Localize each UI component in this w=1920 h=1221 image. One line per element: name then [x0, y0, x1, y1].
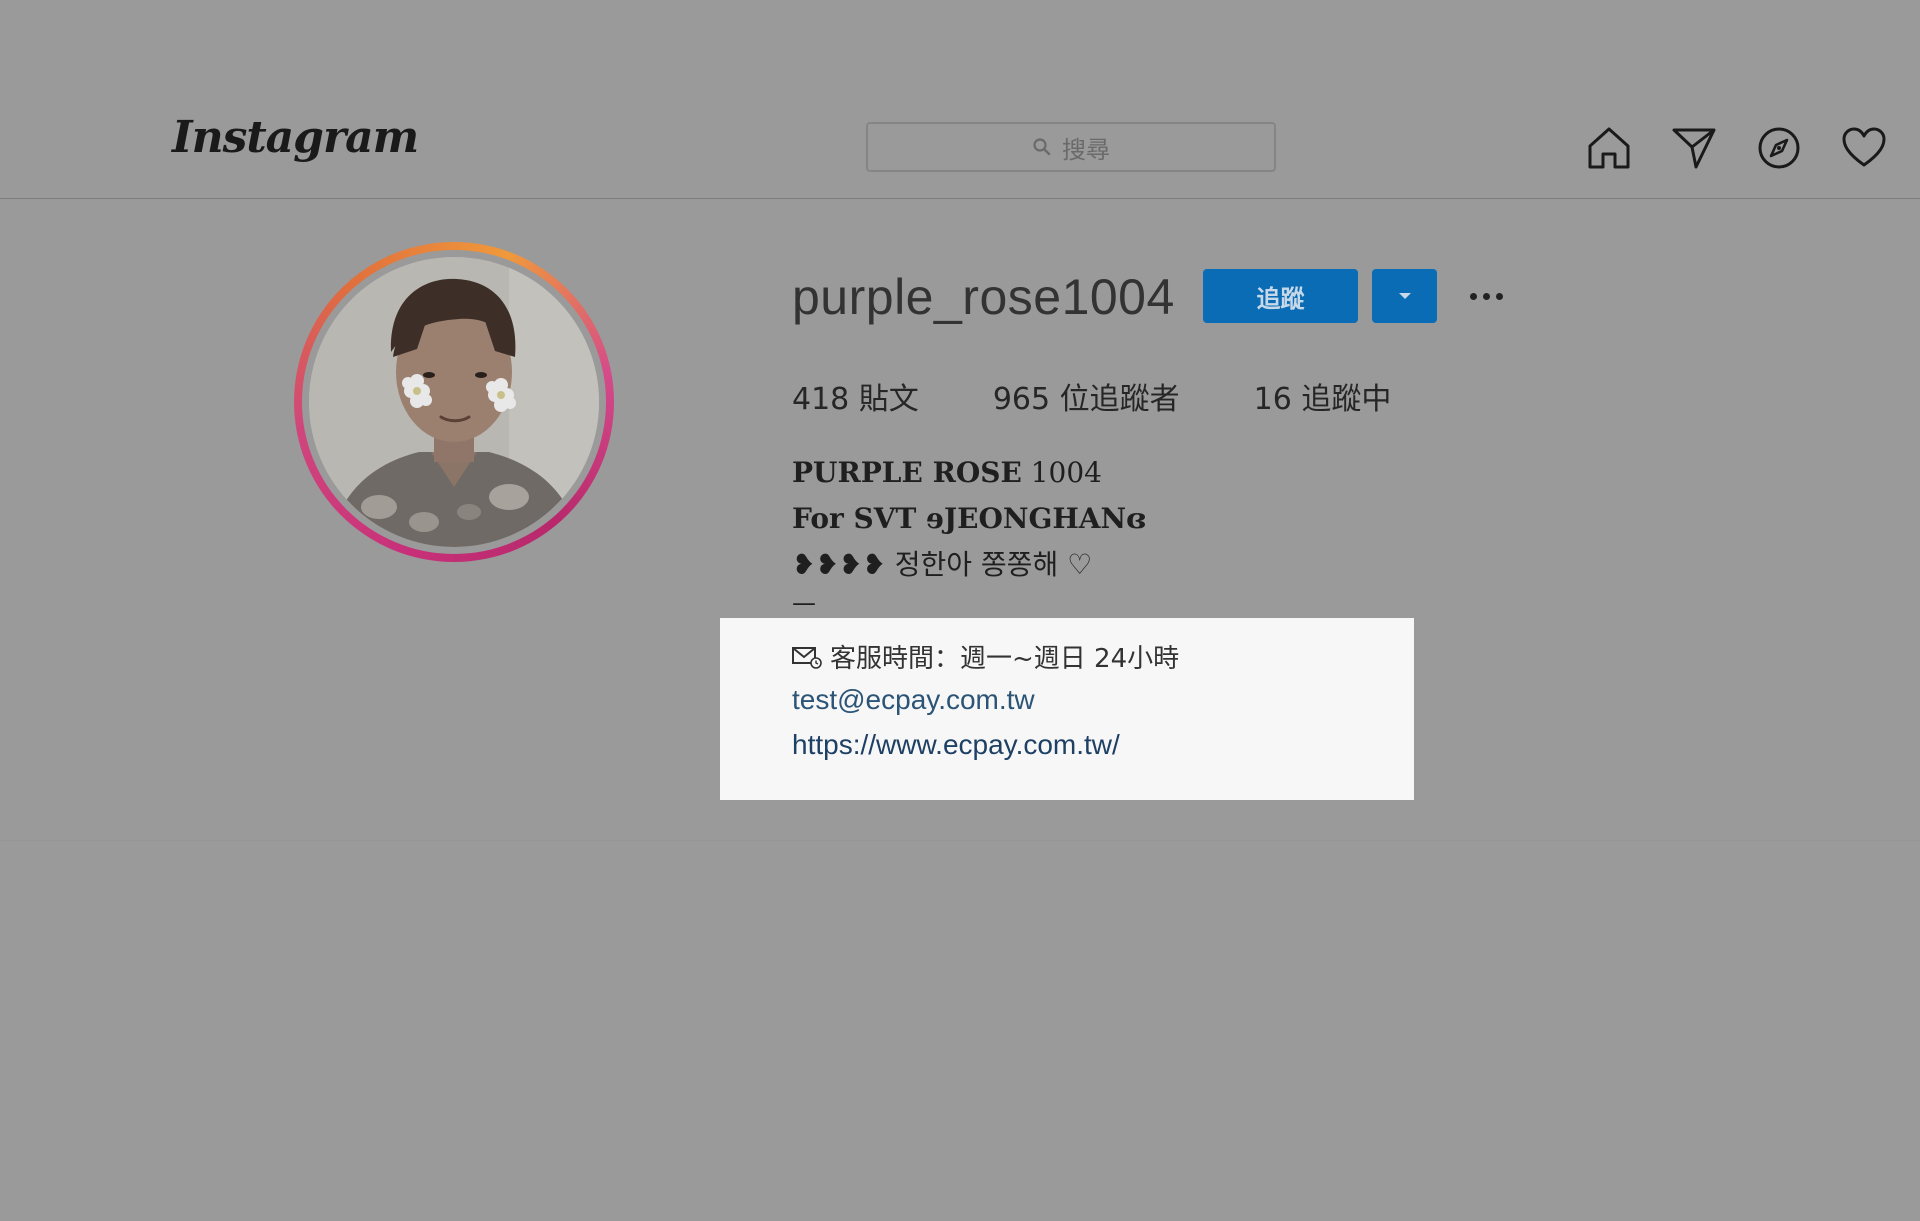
- following-label: 追蹤中: [1301, 382, 1392, 417]
- activity-heart-icon[interactable]: [1840, 124, 1888, 172]
- followers-label: 位追蹤者: [1059, 382, 1180, 417]
- more-dot: [1495, 292, 1503, 300]
- mail-icon: [792, 646, 822, 669]
- avatar: [309, 257, 599, 547]
- follow-button[interactable]: 追蹤: [1203, 269, 1358, 323]
- caret-down-icon: [1398, 293, 1411, 299]
- bio-hearts: ❥❥❥❥: [792, 548, 886, 581]
- followers-count: 965: [992, 382, 1051, 417]
- profile-bio: PURPLE ROSE 1004 For SVT ɘJEONGHANɞ ❥❥❥❥…: [792, 450, 1146, 628]
- direct-message-icon[interactable]: [1670, 124, 1718, 172]
- followers-stat[interactable]: 965 位追蹤者: [993, 374, 1180, 418]
- profile-avatar-story-ring[interactable]: [294, 242, 614, 562]
- search-icon: [1033, 138, 1051, 156]
- profile-stats: 418 貼文 965 位追蹤者 16 追蹤中: [792, 374, 1465, 418]
- contact-email[interactable]: test@ecpay.com.tw: [792, 684, 1035, 716]
- following-count: 16: [1253, 382, 1292, 417]
- top-navigation-bar: Instagram 搜尋: [0, 0, 1920, 199]
- more-options-icon[interactable]: [1462, 278, 1510, 314]
- bio-line-3: ❥❥❥❥ 정한아 쫑쫑해 ♡: [792, 542, 1146, 588]
- avatar-ring-gap: [302, 250, 606, 554]
- service-hours-text: 客服時間：週一~週日 24小時: [830, 644, 1180, 674]
- content-area-overlay: [0, 840, 1920, 1221]
- explore-compass-icon[interactable]: [1755, 124, 1803, 172]
- instagram-logo[interactable]: Instagram: [172, 112, 419, 163]
- bio-name-number: 1004: [1021, 456, 1102, 489]
- posts-label: 貼文: [858, 382, 919, 417]
- bio-full-name: PURPLE ROSE 1004: [792, 450, 1146, 496]
- following-stat[interactable]: 16 追蹤中: [1254, 374, 1392, 418]
- bio-name-bold: PURPLE ROSE: [792, 456, 1022, 489]
- contact-info-highlight: 客服時間：週一~週日 24小時 test@ecpay.com.tw https:…: [720, 618, 1414, 800]
- avatar-portrait-illustration: [309, 257, 599, 547]
- bio-line-2: For SVT ɘJEONGHANɞ: [792, 502, 1147, 535]
- website-link[interactable]: https://www.ecpay.com.tw/: [792, 729, 1120, 761]
- home-icon[interactable]: [1585, 124, 1633, 172]
- more-dot: [1482, 292, 1490, 300]
- profile-username: purple_rose1004: [792, 269, 1175, 325]
- search-input[interactable]: 搜尋: [866, 122, 1276, 172]
- posts-stat: 418 貼文: [792, 374, 919, 418]
- more-dot: [1469, 292, 1477, 300]
- service-hours-row: 客服時間：週一~週日 24小時: [792, 638, 1179, 675]
- suggested-accounts-dropdown-button[interactable]: [1372, 269, 1437, 323]
- nav-icon-group: [1585, 124, 1888, 172]
- search-placeholder: 搜尋: [1062, 135, 1110, 164]
- posts-count: 418: [792, 382, 850, 417]
- bio-korean-text: 정한아 쫑쫑해 ♡: [885, 548, 1093, 581]
